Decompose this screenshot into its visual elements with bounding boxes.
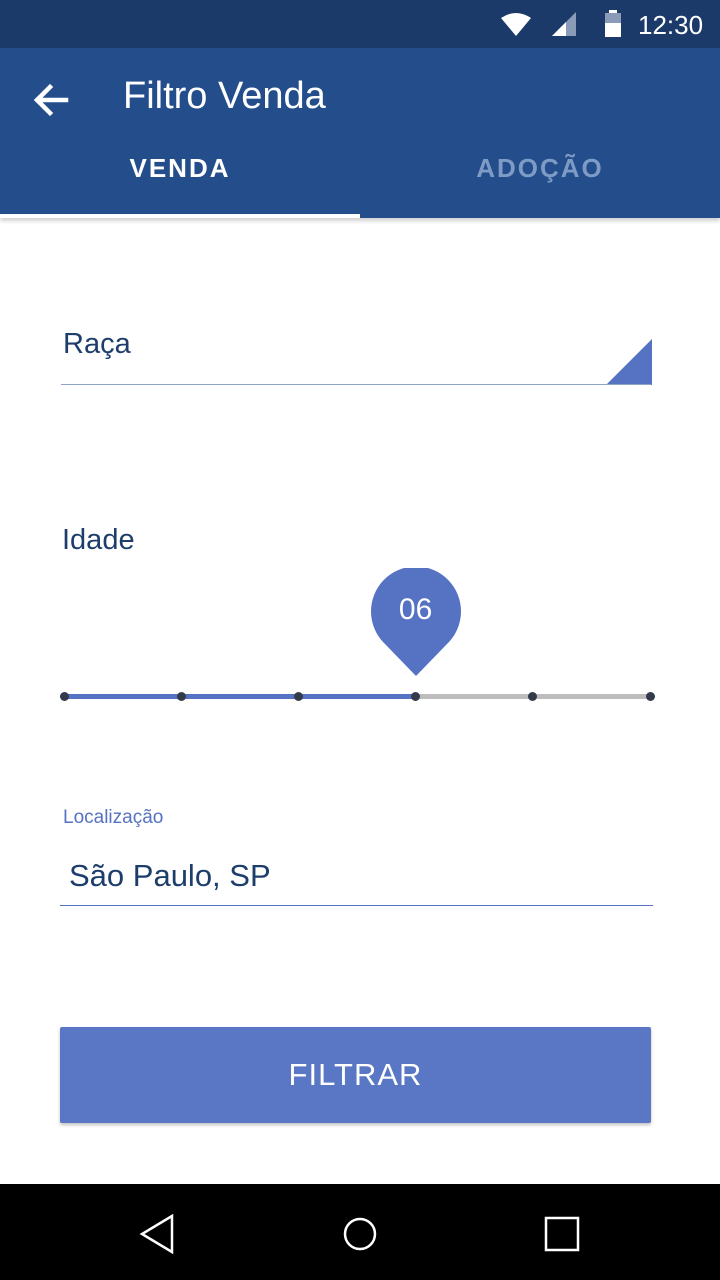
- idade-label: Idade: [62, 524, 135, 556]
- battery-icon: [604, 10, 622, 43]
- tab-adocao[interactable]: ADOÇÃO: [360, 140, 720, 214]
- arrow-left-icon: [33, 83, 69, 117]
- raca-label: Raça: [63, 328, 131, 360]
- nav-home-button[interactable]: [332, 1206, 388, 1262]
- raca-underline: [61, 384, 651, 385]
- tab-venda[interactable]: VENDA: [0, 140, 360, 214]
- back-triangle-icon: [139, 1213, 174, 1255]
- slider-tick: [645, 692, 655, 701]
- status-time: 12:30: [638, 10, 704, 40]
- slider-tick: [176, 692, 186, 701]
- tab-indicator: [0, 214, 360, 218]
- slider-tick: [411, 692, 421, 701]
- status-bar: 12:30: [0, 0, 720, 48]
- navigation-bar: [0, 1184, 720, 1280]
- nav-back-button[interactable]: [130, 1206, 186, 1262]
- nav-recents-button[interactable]: [534, 1206, 590, 1262]
- home-circle-icon: [343, 1217, 377, 1251]
- dropdown-triangle-icon: [606, 339, 652, 390]
- slider-thumb[interactable]: 06: [370, 566, 461, 678]
- localizacao-input[interactable]: [60, 846, 653, 906]
- idade-slider[interactable]: 06: [59, 560, 660, 710]
- slider-tick: [59, 692, 69, 701]
- recents-square-icon: [544, 1216, 580, 1252]
- back-button[interactable]: [26, 74, 78, 126]
- wifi-icon: [500, 12, 532, 43]
- cell-signal-icon: [550, 12, 578, 43]
- filtrar-button[interactable]: FILTRAR: [60, 1027, 651, 1123]
- raca-dropdown[interactable]: Raça: [61, 318, 652, 386]
- page-title: Filtro Venda: [123, 75, 326, 117]
- localizacao-label: Localização: [63, 807, 164, 828]
- slider-tick: [528, 692, 538, 701]
- screen: 12:30 Filtro Venda VENDA ADOÇÃO Raça Ida…: [0, 0, 720, 1280]
- app-bar: Filtro Venda VENDA ADOÇÃO: [0, 48, 720, 218]
- slider-tick: [293, 692, 303, 701]
- slider-value: 06: [398, 593, 433, 626]
- slider-track-fill: [64, 694, 416, 699]
